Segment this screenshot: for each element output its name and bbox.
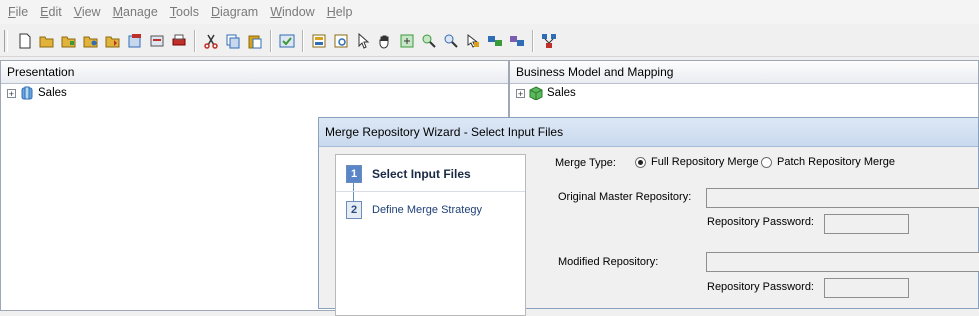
password-field-1[interactable] [824, 214, 909, 234]
step-label: Define Merge Strategy [372, 204, 483, 216]
tree-item-label: Sales [547, 87, 576, 99]
menu-bar: File Edit View Manage Tools Diagram Wind… [0, 0, 979, 24]
original-master-label: Original Master Repository: [558, 191, 692, 203]
toolbar-grip[interactable] [4, 30, 8, 52]
paste-icon[interactable] [246, 32, 264, 50]
toolbar-separator [270, 30, 272, 52]
step-define-merge-strategy[interactable]: 2 Define Merge Strategy [346, 201, 482, 219]
menu-diagram[interactable]: Diagram [211, 5, 258, 19]
tree-item-sales[interactable]: + Sales [510, 84, 978, 102]
step-number: 2 [346, 201, 362, 219]
menu-edit[interactable]: Edit [40, 5, 62, 19]
copy-icon[interactable] [224, 32, 242, 50]
open-offline-icon[interactable] [60, 32, 78, 50]
step-label: Select Input Files [372, 167, 471, 181]
step-select-input-files[interactable]: 1 Select Input Files [346, 165, 471, 183]
password-label-1: Repository Password: [707, 216, 814, 228]
password-field-2[interactable] [824, 278, 909, 298]
query-repository-icon[interactable] [332, 32, 350, 50]
pan-icon[interactable] [376, 32, 394, 50]
zoom-box-icon[interactable] [398, 32, 416, 50]
tree-item-label: Sales [38, 87, 67, 99]
menu-manage[interactable]: Manage [113, 5, 158, 19]
open-icon[interactable] [38, 32, 56, 50]
select-icon[interactable] [464, 32, 482, 50]
diagram-icon[interactable] [540, 32, 558, 50]
business-model-icon [529, 86, 543, 100]
toolbar [0, 26, 979, 57]
zoom-in-icon[interactable] [420, 32, 438, 50]
open-online-icon[interactable] [82, 32, 100, 50]
full-merge-radio[interactable] [635, 156, 646, 168]
merge-type-label: Merge Type: [555, 157, 616, 169]
toolbar-separator [302, 30, 304, 52]
modified-repository-field[interactable] [706, 252, 979, 272]
export-icon[interactable] [148, 32, 166, 50]
original-master-field[interactable] [706, 188, 979, 208]
toolbar-separator [532, 30, 534, 52]
presentation-catalog-icon [21, 86, 33, 100]
tree-item-sales[interactable]: + Sales [1, 84, 508, 102]
step-number: 1 [346, 165, 362, 183]
merge-repository-wizard: Merge Repository Wizard - Select Input F… [318, 117, 979, 316]
import-icon[interactable] [104, 32, 122, 50]
step-connector [353, 183, 354, 203]
password-label-2: Repository Password: [707, 281, 814, 293]
new-file-icon[interactable] [16, 32, 34, 50]
presentation-pane-title: Presentation [1, 61, 508, 84]
copy-repository-icon[interactable] [126, 32, 144, 50]
menu-window[interactable]: Window [270, 5, 314, 19]
business-model-pane: Business Model and Mapping + Sales [509, 60, 979, 119]
business-model-pane-title: Business Model and Mapping [510, 61, 978, 84]
pointer-icon[interactable] [354, 32, 372, 50]
wizard-title: Merge Repository Wizard - Select Input F… [319, 118, 978, 147]
menu-help[interactable]: Help [327, 5, 353, 19]
relationships-icon[interactable] [508, 32, 526, 50]
patch-merge-option[interactable]: Patch Repository Merge [761, 156, 895, 168]
toolbar-separator [194, 30, 196, 52]
full-merge-option[interactable]: Full Repository Merge [635, 156, 759, 168]
check-consistency-icon[interactable] [278, 32, 296, 50]
menu-view[interactable]: View [74, 5, 101, 19]
modified-repository-label: Modified Repository: [558, 256, 659, 268]
menu-tools[interactable]: Tools [170, 5, 199, 19]
print-icon[interactable] [170, 32, 188, 50]
expand-icon[interactable]: + [516, 88, 525, 98]
browse-icon[interactable] [310, 32, 328, 50]
cut-icon[interactable] [202, 32, 220, 50]
menu-file[interactable]: File [8, 5, 28, 19]
zoom-out-icon[interactable] [442, 32, 460, 50]
expand-icon[interactable]: + [7, 88, 16, 98]
patch-merge-radio[interactable] [761, 156, 772, 168]
step-divider [336, 191, 525, 192]
link-icon[interactable] [486, 32, 504, 50]
wizard-steps-panel: 1 Select Input Files 2 Define Merge Stra… [335, 154, 526, 316]
